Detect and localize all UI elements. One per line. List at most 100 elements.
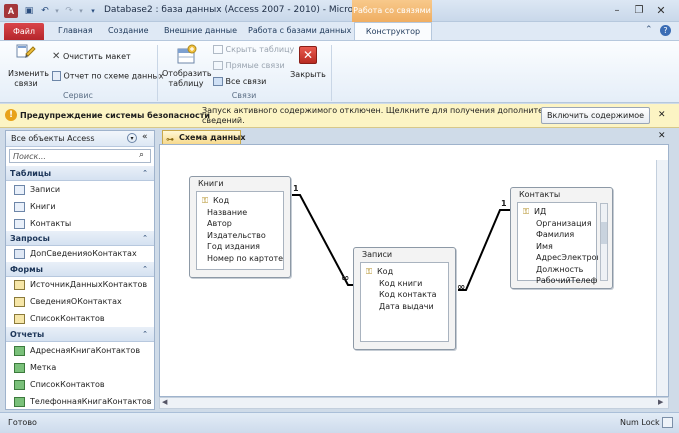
nav-group-forms[interactable]: Формы ⌃ xyxy=(6,262,154,277)
undo-icon[interactable]: ↶ xyxy=(40,6,50,16)
clear-layout-button[interactable]: ✕ Очистить макет xyxy=(52,51,131,62)
nav-item-table[interactable]: Записи xyxy=(12,182,60,198)
table-window-records[interactable]: Записи ⚿ Код Код книги Код контакта Дата… xyxy=(353,247,456,350)
nav-item-report[interactable]: ТелефоннаяКнигаКонтактов xyxy=(12,394,151,410)
nav-item-table[interactable]: Книги xyxy=(12,199,56,215)
field-item[interactable]: Название xyxy=(207,207,247,218)
ribbon-minimize-icon[interactable]: ⌃ xyxy=(645,25,653,35)
report-icon xyxy=(14,346,25,356)
all-links-button[interactable]: Все связи xyxy=(213,77,266,86)
tab-database-tools[interactable]: Работа с базами данных xyxy=(246,22,353,40)
nav-item-label: ТелефоннаяКнигаКонтактов xyxy=(30,397,152,406)
nav-item-form[interactable]: СведенияОКонтактах xyxy=(12,294,122,310)
redo-icon[interactable]: ↷ xyxy=(64,6,74,16)
minimize-icon[interactable]: – xyxy=(610,5,624,17)
nav-item-report[interactable]: АдреснаяКнигаКонтактов xyxy=(12,343,140,359)
field-item[interactable]: Организация xyxy=(536,218,592,229)
table-title[interactable]: Книги xyxy=(190,177,290,191)
hide-table-label: Скрыть таблицу xyxy=(225,45,295,54)
table-window-contacts[interactable]: Контакты ⚿ ИД Организация Фамилия Имя Ад… xyxy=(510,187,613,289)
tab-relationships-document[interactable]: ⊶ Схема данных xyxy=(162,130,246,144)
field-item[interactable]: Номер по картоте xyxy=(207,253,285,264)
horizontal-scrollbar[interactable]: ◀ ▶ xyxy=(159,397,669,409)
restore-icon[interactable]: ❐ xyxy=(632,5,646,17)
nav-item-query[interactable]: ДопСведенияоКонтактах xyxy=(12,246,137,262)
close-security-bar-icon[interactable]: ✕ xyxy=(658,110,666,120)
relationships-canvas[interactable]: 1 ∞ 1 ∞ Книги ⚿ Код Название Автор Издат… xyxy=(159,144,669,397)
field-item[interactable]: Имя xyxy=(536,241,553,252)
redo-dropdown-icon[interactable]: ▾ xyxy=(76,6,86,16)
scroll-left-icon[interactable]: ◀ xyxy=(162,398,167,406)
nav-item-label: Контакты xyxy=(30,219,72,228)
field-item[interactable]: Код книги xyxy=(379,278,422,289)
scroll-right-icon[interactable]: ▶ xyxy=(658,398,663,406)
field-item[interactable]: Фамилия xyxy=(536,229,574,240)
nav-pane-header[interactable]: Все объекты Access ▾ « xyxy=(6,131,154,147)
field-item[interactable]: Год издания xyxy=(207,241,260,252)
table-window-books[interactable]: Книги ⚿ Код Название Автор Издательство … xyxy=(189,176,291,278)
scrollbar-thumb[interactable] xyxy=(601,222,607,244)
customize-quick-access-icon[interactable]: ▾ xyxy=(88,6,98,16)
help-icon[interactable]: ? xyxy=(660,25,671,36)
security-warning-bar: ! Предупреждение системы безопасности За… xyxy=(0,104,679,128)
nav-item-label: Книги xyxy=(30,202,56,211)
tab-design[interactable]: Конструктор xyxy=(354,22,432,41)
nav-group-reports-label: Отчеты xyxy=(10,330,45,339)
tab-file[interactable]: Файл xyxy=(4,23,44,40)
field-item[interactable]: Издательство xyxy=(207,230,266,241)
field-item[interactable]: Код контакта xyxy=(379,289,437,300)
nav-pane-collapse-icon[interactable]: « xyxy=(142,132,148,142)
query-icon xyxy=(14,249,25,259)
table-title[interactable]: Записи xyxy=(354,248,455,262)
nav-group-reports[interactable]: Отчеты ⌃ xyxy=(6,327,154,342)
show-table-button[interactable]: Отобразить таблицу xyxy=(162,44,212,90)
nav-item-report[interactable]: СписокКонтактов xyxy=(12,377,105,393)
hide-table-button[interactable]: Скрыть таблицу xyxy=(213,45,294,54)
field-item[interactable]: Дата выдачи xyxy=(379,301,434,312)
edit-relationships-button[interactable]: Изменить связи xyxy=(8,44,49,90)
field-item[interactable]: Автор xyxy=(207,218,232,229)
vertical-scrollbar[interactable] xyxy=(656,160,668,396)
table-scrollbar[interactable] xyxy=(600,203,608,281)
close-document-icon[interactable]: ✕ xyxy=(658,131,666,141)
enable-content-button[interactable]: Включить содержимое xyxy=(541,107,650,124)
nav-item-table[interactable]: Контакты xyxy=(12,216,71,232)
nav-search-input[interactable]: Поиск... ⌕ xyxy=(9,149,151,163)
access-logo-icon: A xyxy=(4,4,18,18)
close-red-icon: ✕ xyxy=(299,46,317,64)
nav-group-queries[interactable]: Запросы ⌃ xyxy=(6,231,154,246)
security-message-line2: сведений. xyxy=(202,116,245,125)
relationship-one-label: 1 xyxy=(501,199,507,208)
direct-links-button[interactable]: Прямые связи xyxy=(213,61,285,70)
close-relationships-button[interactable]: ✕ Закрыть xyxy=(290,44,326,90)
save-icon[interactable]: ▣ xyxy=(24,6,34,16)
tab-create[interactable]: Создание xyxy=(106,22,151,40)
field-item[interactable]: Код xyxy=(213,195,229,206)
nav-pane-menu-icon[interactable]: ▾ xyxy=(127,133,137,143)
tab-home[interactable]: Главная xyxy=(56,22,95,40)
table-title[interactable]: Контакты xyxy=(511,188,612,202)
tab-external-data[interactable]: Внешние данные xyxy=(162,22,239,40)
field-list: ⚿ Код Название Автор Издательство Год из… xyxy=(196,191,284,270)
nav-group-tables[interactable]: Таблицы ⌃ xyxy=(6,166,154,181)
close-window-icon[interactable]: ✕ xyxy=(654,5,668,17)
field-item[interactable]: Код xyxy=(377,266,393,277)
key-icon: ⚿ xyxy=(523,207,530,216)
schema-report-button[interactable]: Отчет по схеме данных xyxy=(52,71,164,81)
search-icon[interactable]: ⌕ xyxy=(139,150,144,160)
view-icon[interactable] xyxy=(662,417,673,428)
field-item[interactable]: Должность xyxy=(536,264,583,275)
undo-dropdown-icon[interactable]: ▾ xyxy=(52,6,62,16)
field-item[interactable]: ИД xyxy=(534,206,546,217)
edit-relationships-label-2: связи xyxy=(14,79,38,88)
context-tab-label: Работа со связями xyxy=(352,0,432,22)
nav-search-placeholder: Поиск... xyxy=(13,152,46,161)
field-item[interactable]: РабочийТелеф xyxy=(536,275,598,286)
field-item[interactable]: АдресЭлектрон xyxy=(536,252,598,263)
nav-item-form[interactable]: ИсточникДанныхКонтактов xyxy=(12,277,147,293)
nav-item-report[interactable]: Метка xyxy=(12,360,56,376)
nav-item-label: СписокКонтактов xyxy=(30,380,105,389)
close-label: Закрыть xyxy=(290,70,326,79)
nav-item-label: Метка xyxy=(30,363,57,372)
nav-item-form[interactable]: СписокКонтактов xyxy=(12,311,105,327)
